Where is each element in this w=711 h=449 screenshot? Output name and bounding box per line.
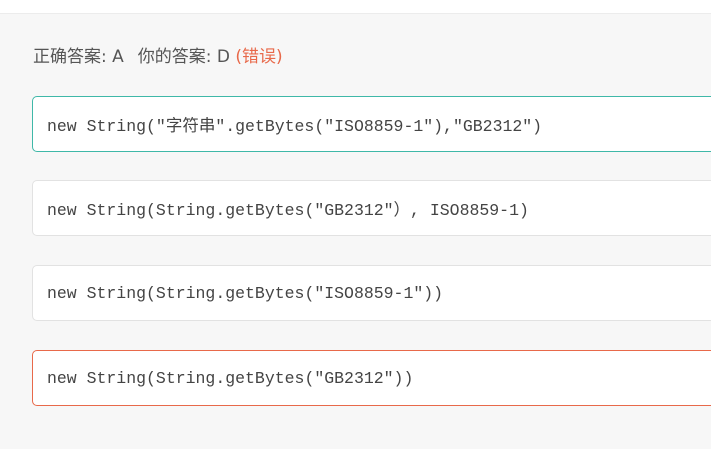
wrong-verdict: (错误): [235, 47, 283, 67]
option-a-text: new String("字符串".getBytes("ISO8859-1"),"…: [47, 117, 543, 136]
option-c-text: new String(String.getBytes("ISO8859-1")): [47, 283, 444, 303]
option-c[interactable]: new String(String.getBytes("ISO8859-1")): [32, 265, 711, 321]
top-strip: [0, 0, 711, 14]
option-b-text: new String(String.getBytes("GB2312"）, IS…: [47, 201, 529, 220]
option-d-text: new String(String.getBytes("GB2312")): [47, 368, 414, 388]
your-answer-label: 你的答案: D: [137, 47, 230, 67]
option-a[interactable]: new String("字符串".getBytes("ISO8859-1"),"…: [32, 96, 711, 152]
option-b[interactable]: new String(String.getBytes("GB2312"）, IS…: [32, 180, 711, 236]
option-d[interactable]: new String(String.getBytes("GB2312")): [32, 350, 711, 406]
answer-result-line: 正确答案: A 你的答案: D (错误): [33, 42, 283, 67]
correct-answer-label: 正确答案: A: [33, 47, 124, 67]
